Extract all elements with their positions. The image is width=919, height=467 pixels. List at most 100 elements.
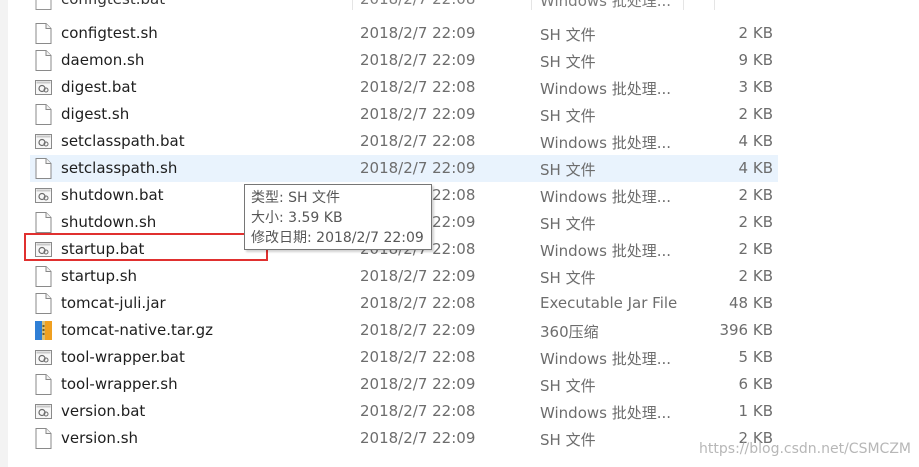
batch-file-icon: [35, 131, 52, 152]
file-row[interactable]: daemon.sh 2018/2/7 22:09 SH 文件 9 KB: [30, 47, 778, 74]
file-date: 2018/2/7 22:08: [360, 0, 475, 8]
file-row[interactable]: digest.bat 2018/2/7 22:08 Windows 批处理... 3 …: [30, 74, 778, 101]
file-size: 4 KB: [738, 159, 773, 177]
batch-file-icon: [35, 347, 52, 368]
file-row[interactable]: version.sh 2018/2/7 22:09 SH 文件 2 KB: [30, 425, 778, 452]
file-row[interactable]: configtest.sh 2018/2/7 22:09 SH 文件 2 KB: [30, 20, 778, 47]
document-icon: [35, 374, 52, 395]
file-row[interactable]: setclasspath.bat 2018/2/7 22:08 Windows 批处…: [30, 128, 778, 155]
file-name: configtest.sh: [61, 24, 158, 42]
file-type: Executable Jar File: [540, 294, 678, 312]
file-type: SH 文件: [540, 377, 596, 395]
file-name: digest.bat: [61, 78, 137, 96]
file-date: 2018/2/7 22:08: [360, 294, 476, 312]
file-row[interactable]: setclasspath.sh 2018/2/7 22:09 SH 文件 4 KB: [30, 155, 778, 182]
document-icon: [35, 293, 52, 314]
file-row[interactable]: digest.sh 2018/2/7 22:09 SH 文件 2 KB: [30, 101, 778, 128]
annotation-highlight-box: [24, 233, 268, 261]
file-row[interactable]: tool-wrapper.bat 2018/2/7 22:08 Windows 批处…: [30, 344, 778, 371]
archive-icon: [35, 320, 52, 341]
file-explorer-view: configtest.bat 2018/2/7 22:08 Windows 批处…: [0, 0, 919, 467]
file-date: 2018/2/7 22:09: [360, 375, 476, 393]
document-icon: [35, 50, 52, 71]
document-icon: [35, 428, 52, 449]
file-size: 2 KB: [738, 240, 773, 258]
file-size: 2 KB: [738, 267, 773, 285]
file-size: 2 KB: [738, 105, 773, 123]
file-type: SH 文件: [540, 215, 596, 233]
file-name: shutdown.bat: [61, 186, 164, 204]
file-type: Windows 批处理...: [540, 188, 672, 206]
file-size: 396 KB: [719, 321, 773, 339]
file-type: 360压缩: [540, 323, 599, 341]
file-type: SH 文件: [540, 107, 596, 125]
file-date: 2018/2/7 22:09: [360, 51, 476, 69]
file-type: SH 文件: [540, 269, 596, 287]
file-date: 2018/2/7 22:08: [360, 348, 476, 366]
file-size: 3 KB: [738, 78, 773, 96]
file-name: tool-wrapper.bat: [61, 348, 185, 366]
document-icon: [35, 158, 52, 179]
file-info-tooltip: 类型: SH 文件 大小: 3.59 KB 修改日期: 2018/2/7 22:…: [244, 184, 432, 250]
file-date: 2018/2/7 22:08: [360, 132, 476, 150]
navigation-pane-edge: [0, 0, 8, 467]
file-size: 6 KB: [738, 375, 773, 393]
file-name: tool-wrapper.sh: [61, 375, 178, 393]
batch-file-icon: [35, 77, 52, 98]
file-name: tomcat-juli.jar: [61, 294, 166, 312]
file-name: shutdown.sh: [61, 213, 157, 231]
file-name: setclasspath.sh: [61, 159, 178, 177]
document-icon: [35, 23, 52, 44]
document-icon: [35, 266, 52, 287]
file-date: 2018/2/7 22:09: [360, 267, 476, 285]
file-size: 2 KB: [738, 24, 773, 42]
batch-file-icon: [35, 0, 52, 10]
file-type: Windows 批处理...: [540, 0, 672, 10]
file-size: 2 KB: [738, 186, 773, 204]
tooltip-size: 大小: 3.59 KB: [251, 210, 343, 226]
file-date: 2018/2/7 22:09: [360, 321, 476, 339]
document-icon: [35, 212, 52, 233]
tooltip-type: 类型: SH 文件: [251, 190, 341, 206]
file-type: SH 文件: [540, 53, 596, 71]
file-type: SH 文件: [540, 431, 596, 449]
file-type: Windows 批处理...: [540, 350, 672, 368]
tooltip-modified: 修改日期: 2018/2/7 22:09: [251, 230, 424, 246]
file-name: startup.sh: [61, 267, 138, 285]
file-size: 5 KB: [738, 348, 773, 366]
file-date: 2018/2/7 22:09: [360, 429, 476, 447]
file-row[interactable]: startup.sh 2018/2/7 22:09 SH 文件 2 KB: [30, 263, 778, 290]
file-size: 4 KB: [738, 132, 773, 150]
file-name: daemon.sh: [61, 51, 145, 69]
file-row[interactable]: tomcat-native.tar.gz 2018/2/7 22:09 360压缩 3…: [30, 317, 778, 344]
file-name: setclasspath.bat: [61, 132, 185, 150]
file-name: version.sh: [61, 429, 139, 447]
file-row[interactable]: tool-wrapper.sh 2018/2/7 22:09 SH 文件 6 KB: [30, 371, 778, 398]
batch-file-icon: [35, 401, 52, 422]
file-type: SH 文件: [540, 161, 596, 179]
file-row[interactable]: tomcat-juli.jar 2018/2/7 22:08 Executable …: [30, 290, 778, 317]
file-row[interactable]: version.bat 2018/2/7 22:08 Windows 批处理... 1…: [30, 398, 778, 425]
file-row[interactable]: configtest.bat 2018/2/7 22:08 Windows 批处…: [30, 0, 778, 13]
file-name: tomcat-native.tar.gz: [61, 321, 214, 339]
file-size: 1 KB: [738, 402, 773, 420]
file-date: 2018/2/7 22:09: [360, 24, 476, 42]
file-date: 2018/2/7 22:09: [360, 159, 476, 177]
file-type: Windows 批处理...: [540, 404, 672, 422]
file-name: digest.sh: [61, 105, 130, 123]
file-size: 2 KB: [738, 213, 773, 231]
file-date: 2018/2/7 22:09: [360, 105, 476, 123]
file-type: SH 文件: [540, 26, 596, 44]
batch-file-icon: [35, 185, 52, 206]
file-date: 2018/2/7 22:08: [360, 78, 476, 96]
file-type: Windows 批处理...: [540, 242, 672, 260]
file-size: 48 KB: [729, 294, 773, 312]
file-type: Windows 批处理...: [540, 134, 672, 152]
file-name: configtest.bat: [61, 0, 165, 8]
document-icon: [35, 104, 52, 125]
file-type: Windows 批处理...: [540, 80, 672, 98]
file-name: version.bat: [61, 402, 146, 420]
file-size: 9 KB: [738, 51, 773, 69]
watermark-text: https://blog.csdn.net/CSMCZM: [699, 441, 911, 457]
file-date: 2018/2/7 22:08: [360, 402, 476, 420]
